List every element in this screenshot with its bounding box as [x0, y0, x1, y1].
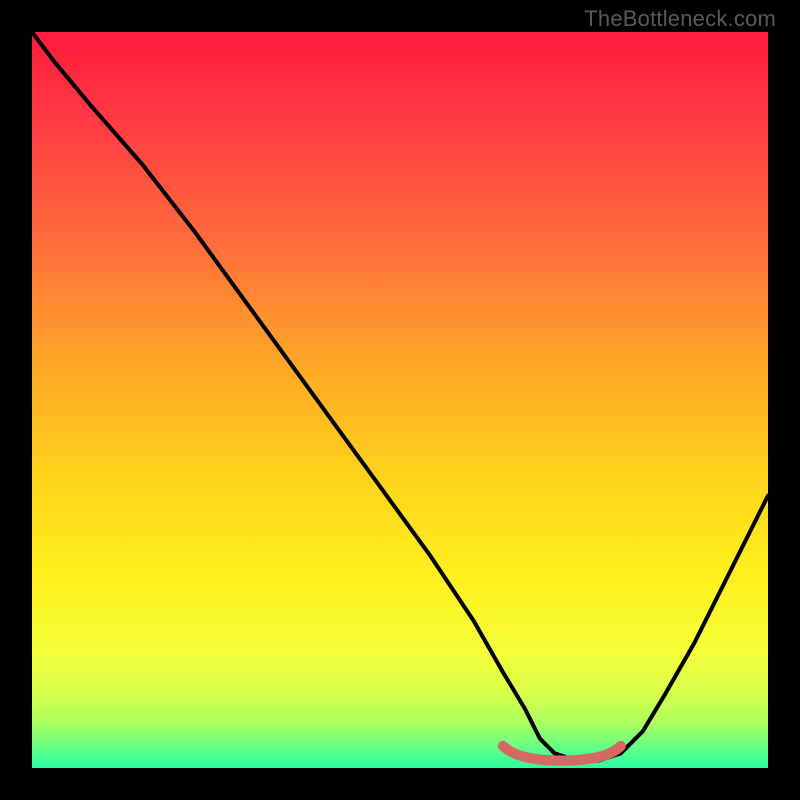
- gradient-background: [32, 32, 768, 768]
- chart-frame: TheBottleneck.com: [0, 0, 800, 800]
- bottleneck-chart: [32, 32, 768, 768]
- watermark-label: TheBottleneck.com: [584, 6, 776, 32]
